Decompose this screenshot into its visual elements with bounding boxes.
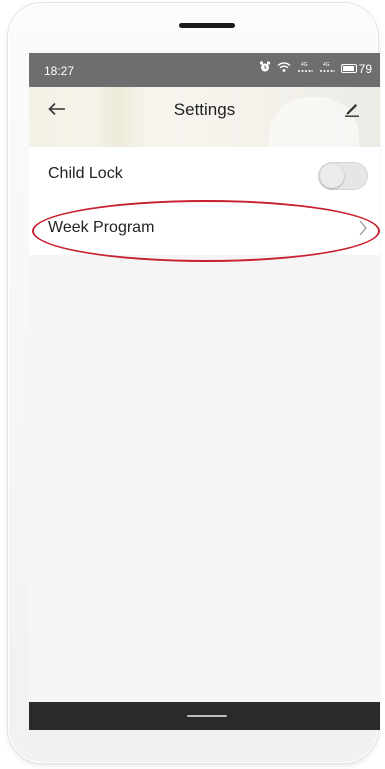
signal-icon-1: 4G — [297, 61, 313, 76]
battery-level: 79 — [358, 61, 372, 76]
page-title: Settings — [173, 100, 236, 119]
phone-speaker — [179, 23, 235, 28]
edit-button[interactable] — [338, 95, 366, 123]
status-time: 18:27 — [44, 64, 75, 78]
chevron-right-icon — [359, 220, 367, 236]
settings-item-week-program[interactable]: Week Program — [29, 200, 380, 262]
settings-list: Child Lock Week Program — [29, 147, 380, 262]
phone-frame: 18:27 4G 4G 79 Settings Child Lock Week … — [8, 3, 380, 763]
signal2-label: 4G — [323, 62, 330, 68]
battery-icon — [340, 64, 357, 73]
toggle-knob — [320, 164, 344, 188]
settings-item-label: Child Lock — [48, 165, 123, 182]
status-bar: 18:27 4G 4G 79 — [29, 53, 380, 87]
wifi-icon — [277, 61, 291, 76]
alarm-icon — [259, 61, 271, 76]
child-lock-toggle[interactable] — [318, 162, 368, 190]
battery-indicator: 79 — [340, 61, 372, 76]
status-icons: 4G 4G 79 — [259, 61, 372, 76]
settings-item-label: Week Program — [48, 219, 155, 236]
signal-icon-2: 4G — [319, 61, 335, 76]
edit-pen-icon — [345, 104, 359, 117]
home-indicator[interactable] — [187, 715, 227, 717]
app-screen: 18:27 4G 4G 79 Settings Child Lock Week … — [29, 53, 380, 730]
settings-item-child-lock[interactable]: Child Lock — [29, 147, 380, 201]
signal1-label: 4G — [301, 62, 308, 68]
system-navigation-bar — [29, 702, 380, 730]
